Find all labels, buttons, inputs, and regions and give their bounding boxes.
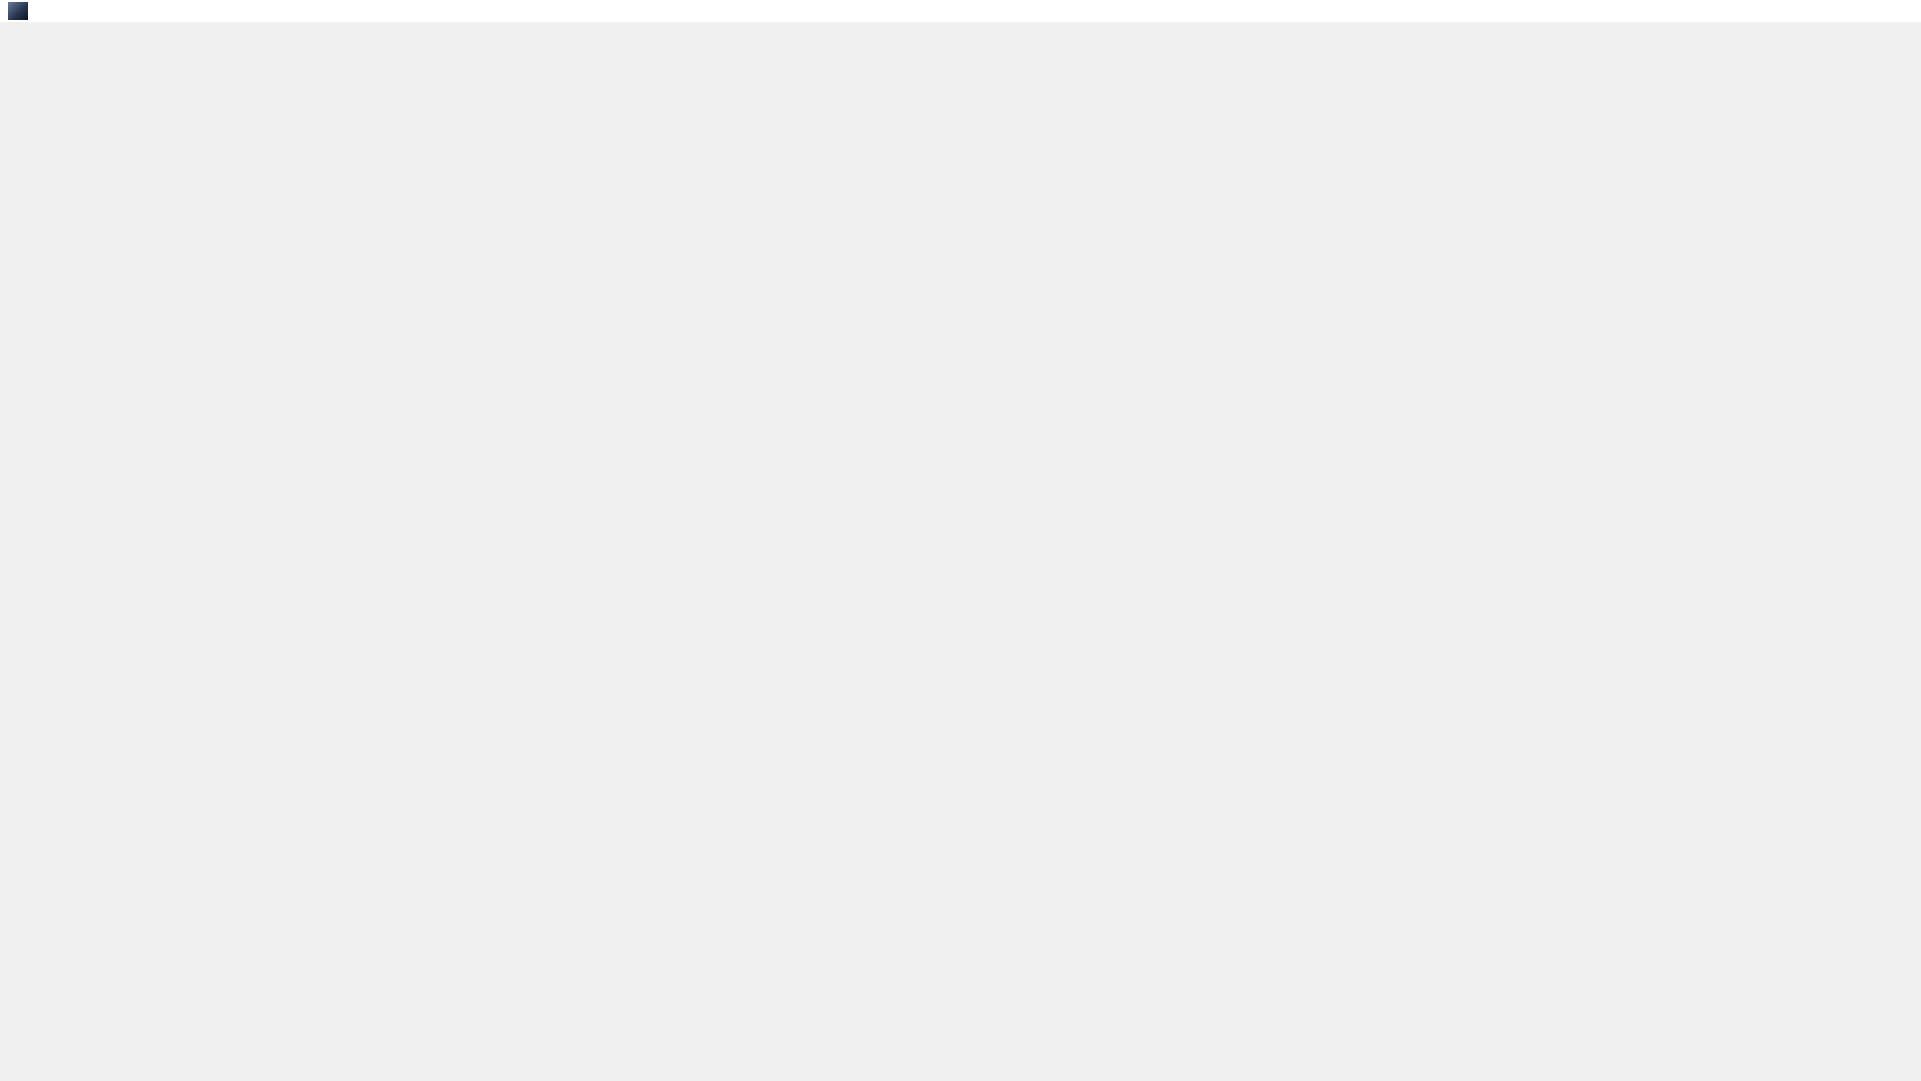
minimize-button[interactable] [1806,0,1852,22]
title-bar [0,0,1921,22]
snap-logo-icon [8,2,28,20]
